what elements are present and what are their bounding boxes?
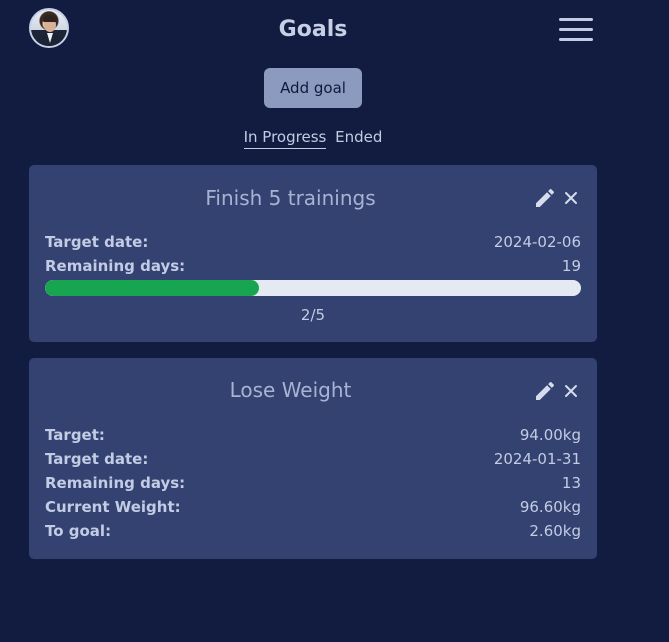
row-label: Target date: (45, 233, 149, 251)
page-title: Goals (278, 17, 348, 42)
tab-ended[interactable]: Ended (335, 128, 382, 148)
progress-count: 2/5 (300, 306, 326, 324)
goal-detail-row: Target date: 2024-01-31 (45, 450, 581, 470)
goal-status-tabs: In Progress Ended (0, 128, 626, 149)
row-label: Target: (45, 426, 105, 444)
goal-title: Lose Weight (229, 378, 352, 402)
goal-title: Finish 5 trainings (205, 186, 376, 210)
row-label: Current Weight: (45, 498, 181, 516)
goal-detail-row: Target: 94.00kg (45, 426, 581, 446)
tab-in-progress[interactable]: In Progress (243, 128, 327, 149)
row-value: 94.00kg (519, 426, 581, 444)
add-goal-button[interactable]: Add goal (264, 68, 362, 108)
goals-page: Goals Add goal In Progress Ended Finish … (0, 0, 669, 642)
row-value: 2024-01-31 (493, 450, 581, 468)
close-icon[interactable] (563, 190, 579, 206)
hamburger-menu-icon[interactable] (559, 16, 595, 44)
row-label: Target date: (45, 450, 149, 468)
row-value: 13 (561, 474, 581, 492)
goal-detail-row: Remaining days: 19 (45, 257, 581, 277)
goal-detail-row: Current Weight: 96.60kg (45, 498, 581, 518)
row-value: 2024-02-06 (493, 233, 581, 251)
row-label: Remaining days: (45, 474, 186, 492)
edit-pencil-icon[interactable] (533, 186, 557, 210)
row-value: 2.60kg (529, 522, 581, 540)
progress-bar (45, 280, 581, 296)
goal-detail-row: Remaining days: 13 (45, 474, 581, 494)
goal-detail-row: Target date: 2024-02-06 (45, 233, 581, 253)
progress-bar-fill (45, 280, 260, 296)
close-icon[interactable] (563, 383, 579, 399)
row-value: 96.60kg (519, 498, 581, 516)
row-value: 19 (561, 257, 581, 275)
goal-detail-row: To goal: 2.60kg (45, 522, 581, 542)
row-label: Remaining days: (45, 257, 186, 275)
edit-pencil-icon[interactable] (533, 379, 557, 403)
goal-card: Finish 5 trainings Target date: 2024-02-… (29, 165, 597, 342)
goal-card: Lose Weight Target: 94.00kg Target date:… (29, 358, 597, 559)
row-label: To goal: (45, 522, 112, 540)
